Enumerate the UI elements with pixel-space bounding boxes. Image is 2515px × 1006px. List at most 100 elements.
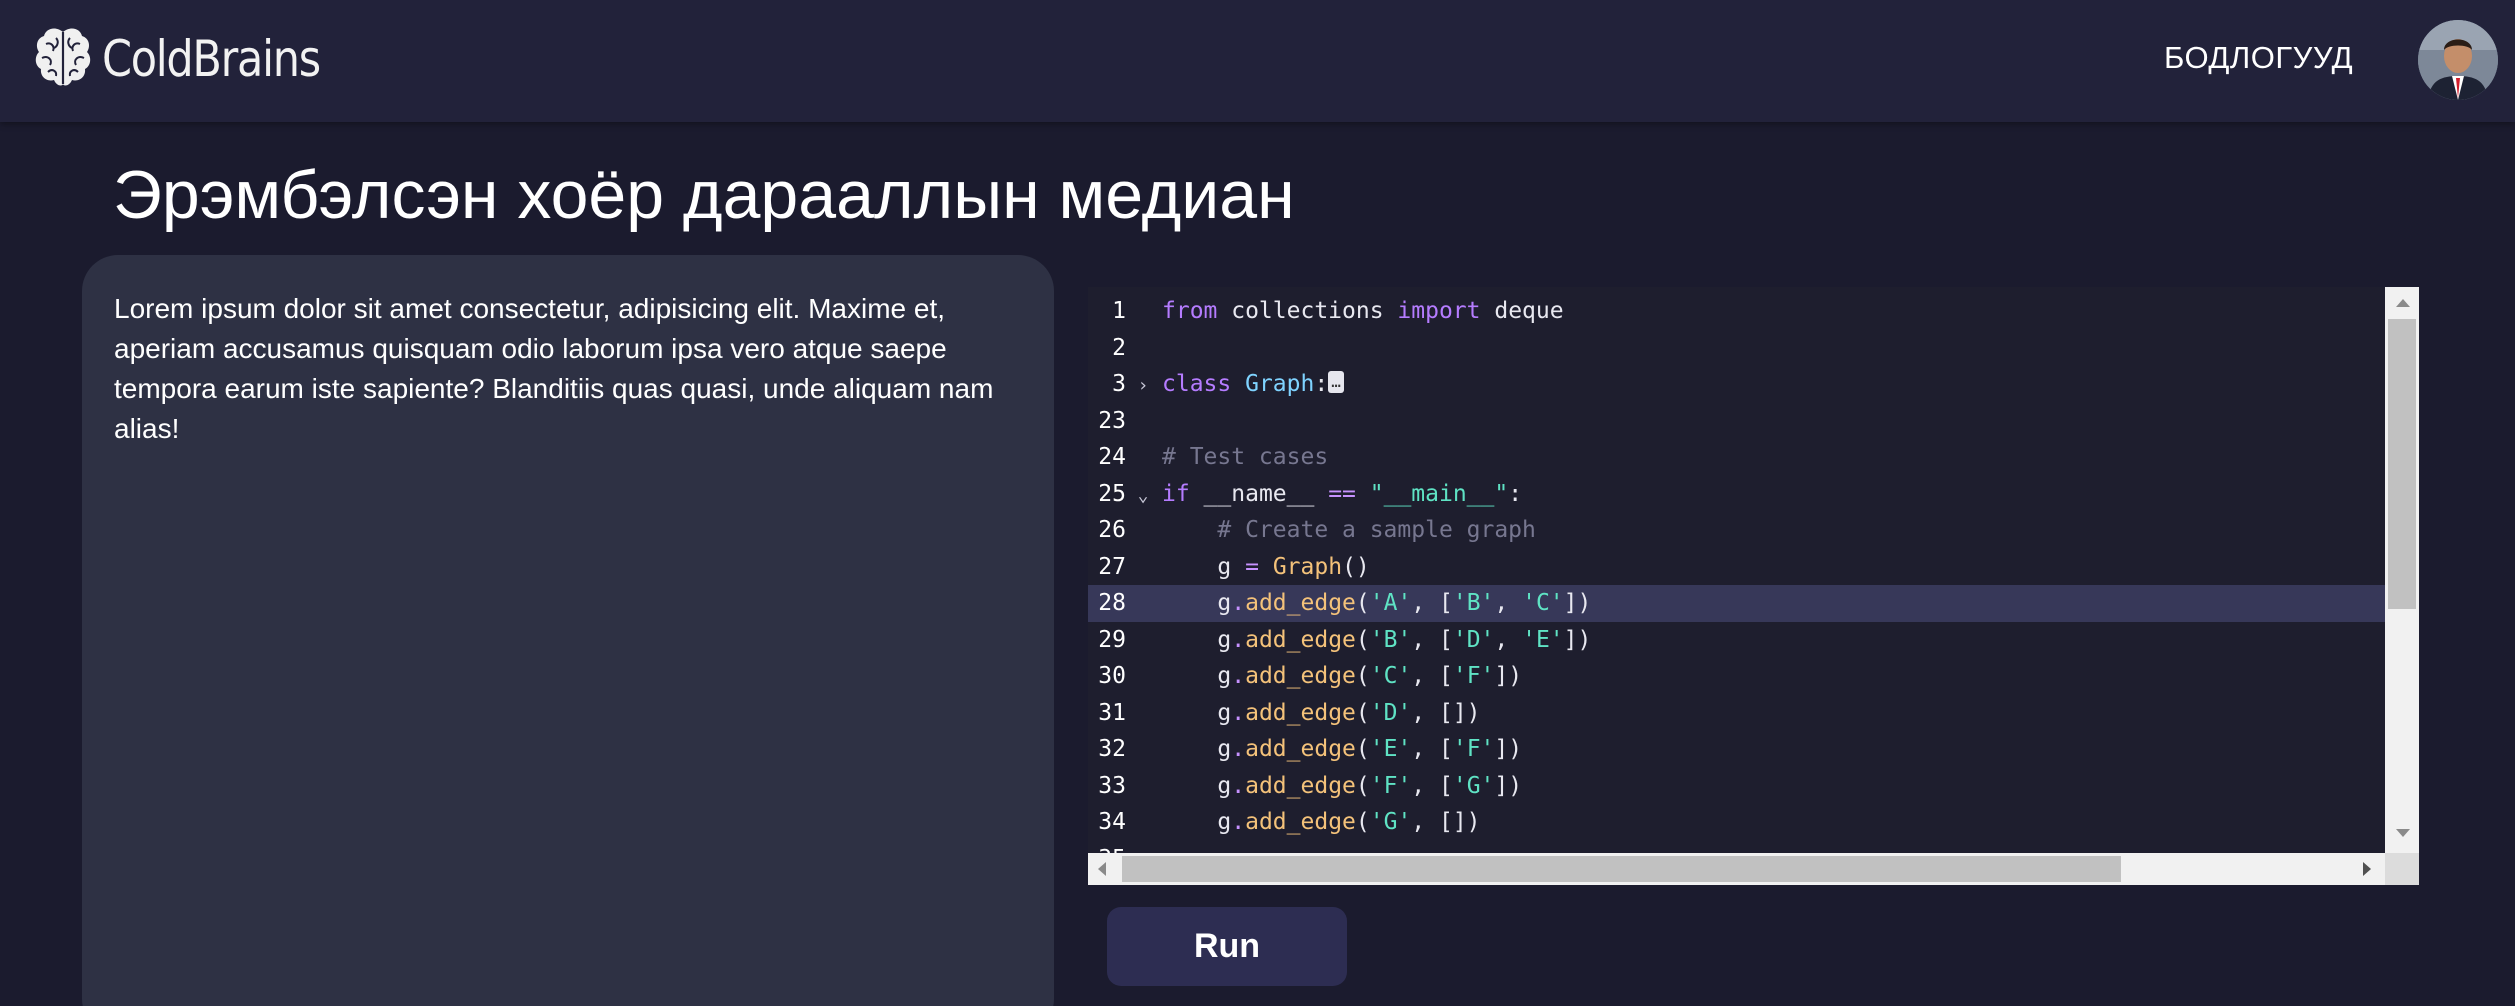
run-button[interactable]: Run — [1107, 907, 1347, 986]
code-token: if — [1162, 480, 1190, 507]
code-line[interactable]: 25 ⌄ if __name__ == "__main__": — [1088, 476, 2385, 513]
code-token: ( — [1355, 736, 1370, 762]
code-token: __name__ — [1189, 480, 1329, 507]
code-token: 'G' — [1369, 809, 1412, 835]
code-text: # Create a sample graph — [1162, 512, 1536, 549]
code-token: 'A' — [1369, 590, 1412, 616]
code-text: g.add_edge('D', []) — [1162, 695, 1480, 732]
code-line[interactable]: 1 from collections import deque — [1088, 293, 2385, 330]
code-token: class — [1162, 371, 1232, 397]
code-line[interactable]: 3 › class Graph:… — [1088, 366, 2385, 403]
code-line[interactable]: 28 g.add_edge('A', ['B', 'C']) — [1088, 585, 2385, 622]
scroll-up-icon[interactable] — [2396, 299, 2410, 307]
code-token: add_edge — [1245, 590, 1356, 616]
code-token: , — [1494, 590, 1523, 616]
navbar: ColdBrains БОДЛОГУУД — [0, 0, 2515, 122]
code-token: ( — [1355, 809, 1370, 835]
line-number: 28 — [1098, 590, 1126, 616]
code-token: 'C' — [1522, 590, 1564, 616]
code-token: g — [1162, 809, 1232, 835]
code-line[interactable]: 31 g.add_edge('D', []) — [1088, 695, 2385, 732]
code-token: = — [1245, 553, 1259, 580]
code-line[interactable]: 34 g.add_edge('G', []) — [1088, 804, 2385, 841]
vertical-scrollbar[interactable] — [2385, 287, 2419, 885]
scroll-right-icon[interactable] — [2363, 862, 2371, 876]
code-line[interactable]: 32 g.add_edge('E', ['F']) — [1088, 731, 2385, 768]
code-text: g.add_edge('C', ['F']) — [1162, 658, 1522, 695]
code-token: add_edge — [1245, 772, 1356, 799]
code-token: ( — [1355, 626, 1370, 653]
code-line[interactable]: 30 g.add_edge('C', ['F']) — [1088, 658, 2385, 695]
code-token: 'B' — [1452, 590, 1495, 616]
code-text: g.add_edge('G', []) — [1162, 804, 1480, 841]
code-text: g.add_edge('E', ['F']) — [1162, 731, 1522, 768]
code-token: ]) — [1563, 590, 1592, 616]
code-token: g — [1162, 590, 1232, 616]
code-token: g — [1162, 699, 1232, 726]
code-token: 'F' — [1452, 663, 1495, 689]
code-area[interactable]: 1 from collections import deque 2 3 › class G… — [1088, 287, 2385, 853]
scrollbar-corner — [2385, 853, 2419, 885]
code-line[interactable]: 26 # Create a sample graph — [1088, 512, 2385, 549]
code-editor[interactable]: 1 from collections import deque 2 3 › class G… — [1088, 287, 2419, 885]
fold-collapse-icon[interactable]: ⌄ — [1134, 478, 1152, 515]
code-token: , [ — [1411, 626, 1453, 653]
code-line[interactable]: 23 — [1088, 403, 2385, 440]
code-token: , — [1494, 626, 1523, 653]
folded-code-placeholder[interactable]: … — [1328, 371, 1344, 393]
nav-link-problems[interactable]: БОДЛОГУУД — [2164, 40, 2353, 76]
code-token: 'B' — [1369, 626, 1412, 653]
code-token: Graph — [1245, 371, 1315, 397]
code-line[interactable]: 29 g.add_edge('B', ['D', 'E']) — [1088, 622, 2385, 659]
code-line[interactable]: 27 g = Graph() — [1088, 549, 2385, 586]
code-token: . — [1231, 809, 1246, 835]
code-token: g — [1162, 553, 1246, 580]
user-avatar[interactable] — [2418, 20, 2498, 100]
code-line[interactable]: 35 — [1088, 841, 2385, 854]
line-number: 26 — [1098, 517, 1126, 543]
code-token: : — [1508, 480, 1523, 507]
horizontal-scroll-thumb[interactable] — [1122, 856, 2121, 882]
horizontal-scrollbar[interactable] — [1088, 853, 2385, 885]
code-token: g — [1162, 663, 1232, 689]
code-lines: 1 from collections import deque 2 3 › class G… — [1088, 293, 2385, 853]
code-token: add_edge — [1245, 736, 1356, 762]
code-token: () — [1342, 553, 1370, 580]
code-line[interactable]: 33 g.add_edge('F', ['G']) — [1088, 768, 2385, 805]
fold-expand-icon[interactable]: › — [1134, 368, 1152, 405]
code-token: ( — [1355, 699, 1370, 726]
scroll-left-icon[interactable] — [1098, 862, 1106, 876]
code-token: 'E' — [1522, 626, 1564, 653]
line-number: 33 — [1098, 772, 1126, 799]
vertical-scroll-thumb[interactable] — [2388, 319, 2416, 609]
code-token: 'E' — [1369, 736, 1412, 762]
code-token: 'C' — [1369, 663, 1412, 689]
code-token: add_edge — [1245, 663, 1356, 689]
code-token: g — [1162, 772, 1232, 799]
code-token: 'F' — [1452, 736, 1495, 762]
code-token: ]) — [1494, 772, 1523, 799]
code-line[interactable]: 2 — [1088, 330, 2385, 367]
code-token: ( — [1355, 590, 1370, 616]
code-token: import — [1397, 298, 1481, 324]
code-token: "__main__" — [1369, 480, 1509, 507]
avatar-photo-icon — [2418, 20, 2498, 100]
code-token: 'F' — [1369, 772, 1412, 799]
code-token: ]) — [1494, 736, 1523, 762]
code-token: , [ — [1411, 736, 1453, 762]
code-token: . — [1231, 626, 1246, 653]
code-line[interactable]: 24 # Test cases — [1088, 439, 2385, 476]
code-token: : — [1314, 371, 1329, 397]
code-token: add_edge — [1245, 699, 1356, 726]
scroll-down-icon[interactable] — [2396, 829, 2410, 837]
logo[interactable]: ColdBrains — [34, 24, 355, 94]
code-token: ]) — [1494, 663, 1523, 689]
code-token: deque — [1480, 298, 1564, 324]
code-token: . — [1231, 663, 1246, 689]
code-text: g = Graph() — [1162, 549, 1370, 586]
code-token: , [ — [1411, 772, 1453, 799]
code-token: add_edge — [1245, 626, 1356, 653]
code-token: 'D' — [1452, 626, 1495, 653]
